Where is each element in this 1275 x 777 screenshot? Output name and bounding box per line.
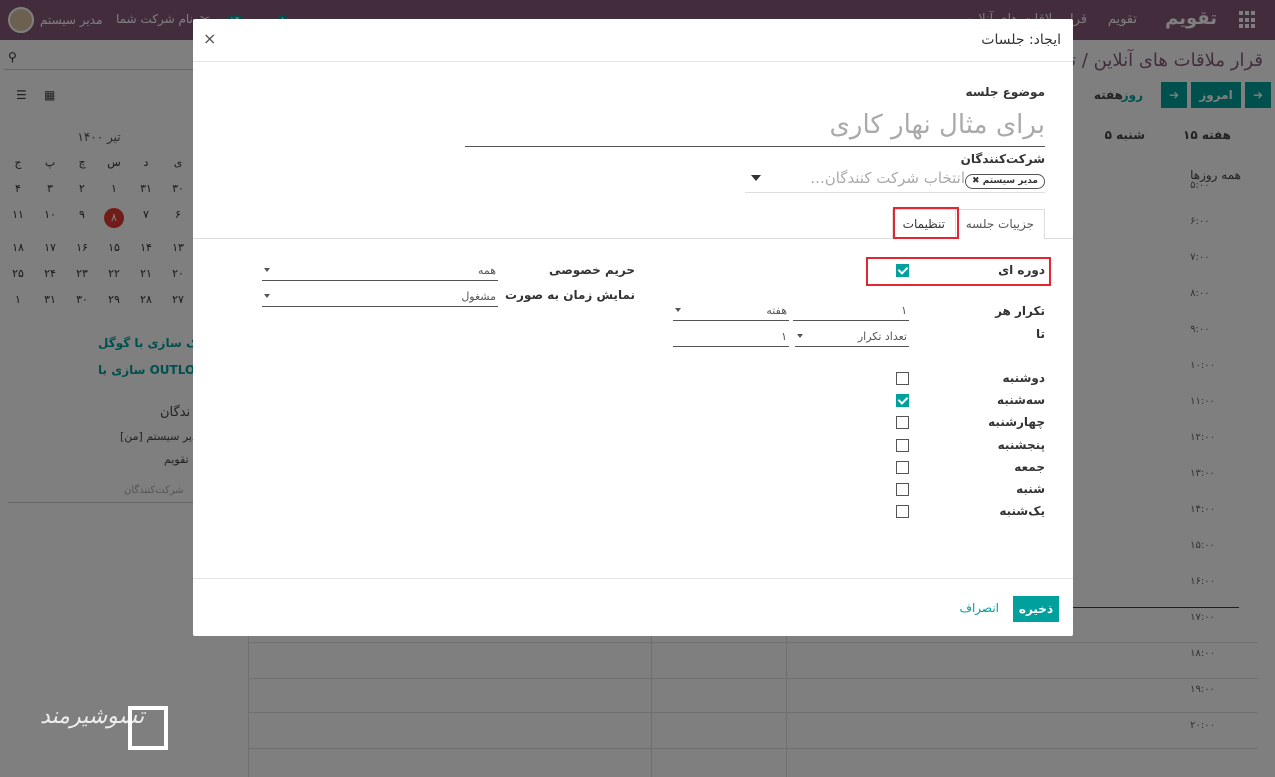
highlight-box <box>893 207 959 239</box>
chevron-down-icon <box>264 294 270 298</box>
show-as-select[interactable]: مشغول <box>262 287 498 307</box>
save-button[interactable]: ذخیره <box>1013 596 1059 622</box>
repeat-interval-value: ۱ <box>901 304 907 317</box>
weekday-checkbox[interactable] <box>896 483 909 496</box>
show-as-label: نمایش زمان به صورت <box>504 288 635 302</box>
chevron-down-icon <box>797 334 803 338</box>
create-meeting-dialog: ایجاد: جلسات × موضوع جلسه برای مثال نهار… <box>193 19 1073 636</box>
weekday-label: پنجشنبه <box>997 437 1045 452</box>
until-count-input[interactable]: ۱ <box>673 327 789 347</box>
weekday-label: یک‌شنبه <box>999 504 1045 519</box>
subject-input[interactable]: برای مثال نهار کاری <box>465 109 1045 147</box>
repeat-unit-value: هفته <box>766 304 787 317</box>
weekday-label: سه‌شنبه <box>997 393 1045 408</box>
dialog-header: ایجاد: جلسات × <box>193 19 1073 62</box>
weekday-checkbox[interactable] <box>896 394 909 408</box>
privacy-value: همه <box>477 264 496 277</box>
until-label: تا <box>1035 327 1045 341</box>
privacy-select[interactable]: همه <box>262 261 498 281</box>
subject-label: موضوع جلسه <box>965 85 1045 99</box>
repeat-every-label: تکرار هر <box>995 304 1045 318</box>
chevron-down-icon[interactable] <box>751 175 761 181</box>
weekday-label: چهارشنبه <box>988 415 1045 430</box>
chevron-down-icon <box>264 268 270 272</box>
weekday-label: شنبه <box>1016 482 1045 496</box>
weekday-checkbox[interactable] <box>896 416 909 430</box>
until-count-value: ۱ <box>781 330 787 343</box>
attendees-label: شرکت‌کنندگان <box>960 152 1045 166</box>
chevron-down-icon <box>675 308 681 312</box>
attendees-field[interactable]: مدیر سیستم ✖ انتخاب شرکت کنندگان... <box>745 169 1045 193</box>
cancel-button[interactable]: انصراف <box>960 601 999 615</box>
tab-meeting-details[interactable]: جزییات جلسه <box>954 209 1045 239</box>
repeat-unit-select[interactable]: هفته <box>673 301 789 321</box>
until-type-select[interactable]: تعداد تکرار <box>795 327 909 347</box>
attendees-placeholder: انتخاب شرکت کنندگان... <box>810 169 965 187</box>
highlight-box <box>866 257 1051 286</box>
weekday-label: جمعه <box>1014 459 1045 474</box>
dialog-title: ایجاد: جلسات <box>981 32 1061 48</box>
remove-tag-icon[interactable]: ✖ <box>972 176 980 186</box>
repeat-interval-input[interactable]: ۱ <box>793 301 909 321</box>
attendee-tag-label: مدیر سیستم <box>982 176 1038 186</box>
dialog-footer: ذخیره انصراف <box>193 578 1073 636</box>
weekday-label: دوشنبه <box>1002 371 1046 385</box>
weekday-checkbox[interactable] <box>896 372 909 385</box>
weekday-checkbox[interactable] <box>896 460 909 474</box>
weekday-checkbox[interactable] <box>896 505 909 519</box>
privacy-label: حریم خصوصی <box>549 263 635 277</box>
until-type-value: تعداد تکرار <box>857 330 907 343</box>
close-icon[interactable]: × <box>203 29 216 48</box>
watermark-logo <box>128 706 168 750</box>
show-as-value: مشغول <box>461 290 496 303</box>
weekday-checkbox[interactable] <box>896 438 909 452</box>
attendee-tag[interactable]: مدیر سیستم ✖ <box>965 174 1045 189</box>
